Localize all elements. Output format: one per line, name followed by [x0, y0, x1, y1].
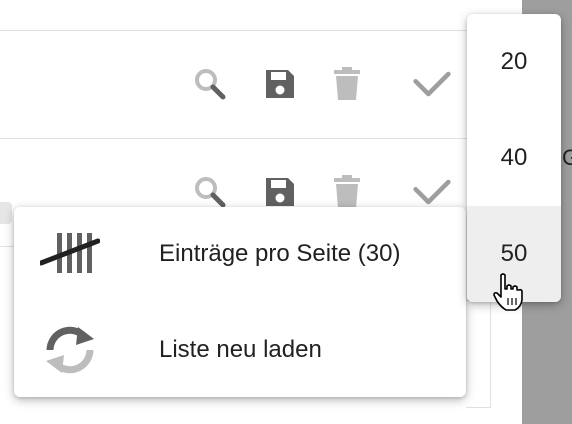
menu-item-label: Liste neu laden — [159, 336, 322, 363]
tally-marks-icon — [38, 227, 101, 281]
check-icon[interactable] — [412, 172, 452, 212]
check-icon[interactable] — [412, 64, 452, 104]
page-size-option-20[interactable]: 20 — [467, 14, 561, 110]
context-menu: Einträge pro Seite (30) Liste neu laden — [14, 207, 466, 397]
menu-item-label: Einträge pro Seite (30) — [159, 240, 401, 267]
save-icon[interactable] — [260, 64, 300, 104]
delete-icon[interactable] — [327, 64, 367, 104]
page-size-option-40[interactable]: 40 — [467, 110, 561, 206]
search-icon[interactable] — [190, 64, 230, 104]
row-divider — [0, 138, 522, 139]
hand-cursor-icon — [492, 272, 526, 312]
menu-item-reload-list[interactable]: Liste neu laden — [14, 303, 466, 397]
underlying-panel-edge — [466, 300, 491, 408]
table-row — [190, 172, 470, 212]
row-chip — [0, 202, 12, 224]
save-icon[interactable] — [260, 172, 300, 212]
page-size-dropdown: 20 40 50 — [467, 14, 561, 302]
clipped-edge-text: G — [562, 145, 572, 170]
menu-item-entries-per-page[interactable]: Einträge pro Seite (30) — [14, 207, 466, 301]
refresh-icon — [40, 323, 100, 377]
table-row — [190, 64, 470, 104]
row-divider — [0, 246, 14, 247]
search-icon[interactable] — [190, 172, 230, 212]
delete-icon[interactable] — [327, 172, 367, 212]
row-divider — [0, 30, 522, 31]
